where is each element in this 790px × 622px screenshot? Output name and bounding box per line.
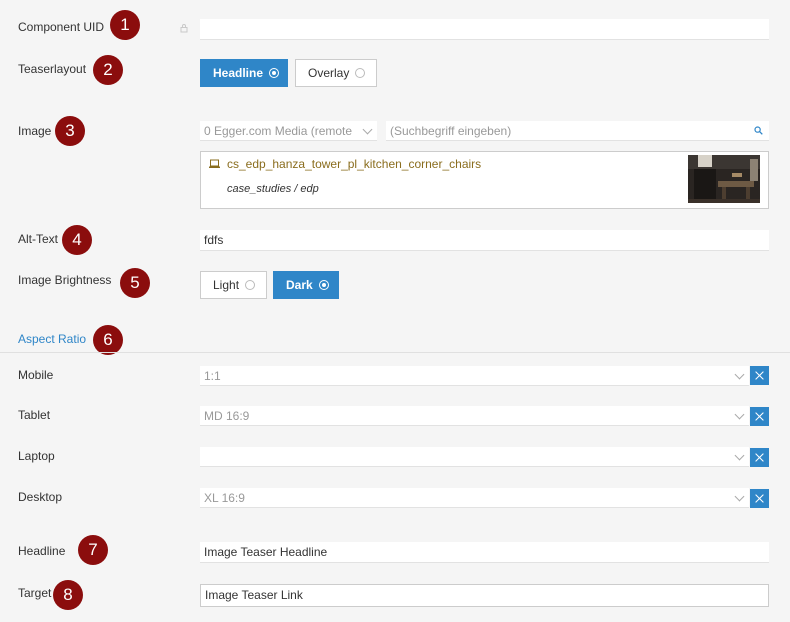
headline-input[interactable]: Image Teaser Headline [200,542,769,563]
laptop-icon [209,159,220,168]
image-label: Image [18,124,52,138]
annotation-marker-7: 7 [78,535,108,565]
teaserlayout-label: Teaserlayout [18,62,87,76]
radio-selected-icon [318,279,329,290]
image-file-name[interactable]: cs_edp_hanza_tower_pl_kitchen_corner_cha… [227,157,481,171]
clear-desktop-button[interactable] [750,489,769,508]
aspect-mobile-value: 1:1 [204,369,221,383]
chevron-down-icon [362,124,373,135]
chevron-down-icon [734,409,745,420]
chevron-down-icon [734,450,745,461]
aspect-tablet-select[interactable]: MD 16:9 [200,406,749,426]
aspect-laptop-select[interactable] [200,447,749,467]
aspect-desktop-value: XL 16:9 [204,491,245,505]
clear-laptop-button[interactable] [750,448,769,467]
annotation-marker-6: 6 [93,325,123,355]
image-source-select-value: 0 Egger.com Media (remote [204,124,353,138]
image-search-input[interactable]: (Suchbegriff eingeben) [386,121,769,141]
brightness-option-light-label: Light [213,278,240,292]
annotation-marker-8: 8 [53,580,83,610]
aspect-laptop-label: Laptop [18,449,55,463]
clear-mobile-button[interactable] [750,366,769,385]
alt-text-input[interactable]: fdfs [200,230,769,251]
chevron-down-icon [734,491,745,502]
component-uid-input[interactable] [200,19,769,40]
aspect-tablet-value: MD 16:9 [204,409,250,423]
aspect-desktop-label: Desktop [18,490,63,504]
image-search-placeholder: (Suchbegriff eingeben) [390,124,512,138]
radio-selected-icon [269,67,280,78]
lock-icon [180,24,188,33]
brightness-option-light[interactable]: Light [200,271,267,299]
image-preview-card[interactable]: cs_edp_hanza_tower_pl_kitchen_corner_cha… [200,151,769,209]
teaserlayout-option-headline[interactable]: Headline [200,59,288,87]
section-divider [0,352,790,353]
brightness-option-dark[interactable]: Dark [273,271,339,299]
alt-text-label: Alt-Text [18,232,59,246]
headline-label: Headline [18,544,66,558]
aspect-tablet-label: Tablet [18,408,51,422]
annotation-marker-2: 2 [93,55,123,85]
component-uid-label: Component UID [18,20,105,34]
teaserlayout-option-overlay-label: Overlay [308,66,350,80]
annotation-marker-3: 3 [55,116,85,146]
image-thumbnail [688,155,760,203]
aspect-ratio-section-title[interactable]: Aspect Ratio [18,332,86,346]
target-input[interactable]: Image Teaser Link [200,584,769,607]
radio-unselected-icon [355,67,366,78]
chevron-down-icon [734,369,745,380]
aspect-desktop-select[interactable]: XL 16:9 [200,488,749,508]
image-file-path: case_studies / edp [227,183,319,195]
teaserlayout-option-overlay[interactable]: Overlay [295,59,377,87]
image-source-select[interactable]: 0 Egger.com Media (remote [200,121,377,141]
aspect-mobile-label: Mobile [18,368,54,382]
teaserlayout-option-headline-label: Headline [213,66,264,80]
aspect-mobile-select[interactable]: 1:1 [200,366,749,386]
target-label: Target [18,586,52,600]
annotation-marker-4: 4 [62,225,92,255]
brightness-option-dark-label: Dark [286,278,313,292]
annotation-marker-5: 5 [120,268,150,298]
annotation-marker-1: 1 [110,10,140,40]
search-icon[interactable] [754,126,763,135]
clear-tablet-button[interactable] [750,407,769,426]
image-brightness-label: Image Brightness [18,273,112,287]
radio-unselected-icon [245,279,256,290]
